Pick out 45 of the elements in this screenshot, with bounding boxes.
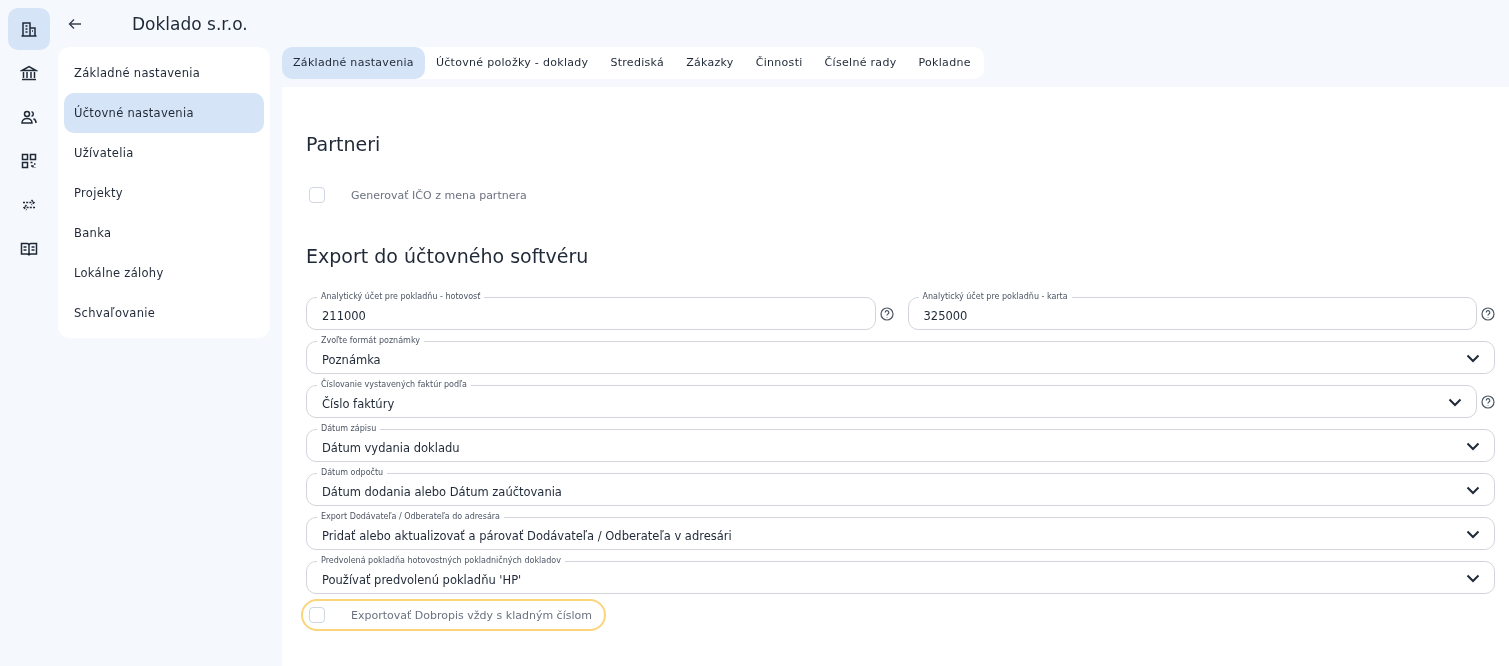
checkbox[interactable] xyxy=(309,187,325,203)
nav-button[interactable] xyxy=(8,8,50,50)
tab[interactable]: Základné nastavenia xyxy=(282,47,425,79)
help-icon[interactable] xyxy=(879,307,894,321)
menu-item[interactable]: Účtovné nastavenia xyxy=(64,93,264,133)
select-field[interactable]: Zvoľte formát poznámky Poznámka xyxy=(306,335,1495,374)
tab[interactable]: Zákazky xyxy=(675,47,745,79)
tab[interactable]: Číselné rady xyxy=(813,47,908,79)
chevron-down-icon xyxy=(1466,529,1480,539)
chevron-down-icon xyxy=(1466,573,1480,583)
people-icon xyxy=(20,108,38,126)
menu-item[interactable]: Schvaľovanie xyxy=(64,293,264,333)
company-title: Doklado s.r.o. xyxy=(132,13,248,34)
input-field[interactable]: Analytický účet pre pokladňu - hotovosť 211000 xyxy=(306,291,876,330)
section-heading: Export do účtovného softvéru xyxy=(306,245,590,267)
tab[interactable]: Účtovné položky - doklady xyxy=(424,47,600,79)
chevron-down-icon xyxy=(1466,353,1480,363)
chevron-down-icon xyxy=(1448,397,1462,407)
section-heading: Partneri xyxy=(306,133,382,155)
tab[interactable]: Činnosti xyxy=(744,47,814,79)
building-icon xyxy=(20,20,38,38)
menu-item[interactable]: Projekty xyxy=(64,173,264,213)
checkbox[interactable] xyxy=(309,607,325,623)
qr-code-icon xyxy=(20,152,38,170)
help-icon[interactable] xyxy=(1481,395,1495,409)
book-icon xyxy=(20,240,38,258)
select-field[interactable]: Dátum zápisu Dátum vydania dokladu xyxy=(306,423,1495,462)
menu-item[interactable]: Banka xyxy=(64,213,264,253)
chevron-down-icon xyxy=(1466,485,1480,495)
checkbox-label: Exportovať Dobropis vždy s kladným číslom xyxy=(351,608,592,622)
select-field[interactable]: Predvolená pokladňa hotovostných pokladničných dokladov Používať predvolenú pokladňu 'HP' xyxy=(306,555,1495,594)
select-field[interactable]: Export Dodávateľa / Odberateľa do adresára Pridať alebo aktualizovať a párovať Dodávateľa / Odberateľa v adresári xyxy=(306,511,1495,550)
back-arrow-icon[interactable] xyxy=(68,17,82,30)
bank-icon xyxy=(20,64,38,82)
tab[interactable]: Pokladne xyxy=(907,47,982,79)
menu-item[interactable]: Užívatelia xyxy=(64,133,264,173)
menu-item[interactable]: Základné nastavenia xyxy=(64,53,264,93)
input-field[interactable]: Analytický účet pre pokladňu - karta 325000 xyxy=(907,291,1477,330)
tab[interactable]: Strediská xyxy=(599,47,676,79)
select-field[interactable]: Číslovanie vystavených faktúr podľa Číslo faktúry xyxy=(306,379,1477,418)
chevron-down-icon xyxy=(1466,441,1480,451)
select-field[interactable]: Dátum odpočtu Dátum dodania alebo Dátum zaúčtovania xyxy=(306,467,1495,506)
help-icon[interactable] xyxy=(1481,307,1495,321)
menu-item[interactable]: Lokálne zálohy xyxy=(64,253,264,293)
checkbox-label: Generovať IČO z mena partnera xyxy=(351,188,527,202)
